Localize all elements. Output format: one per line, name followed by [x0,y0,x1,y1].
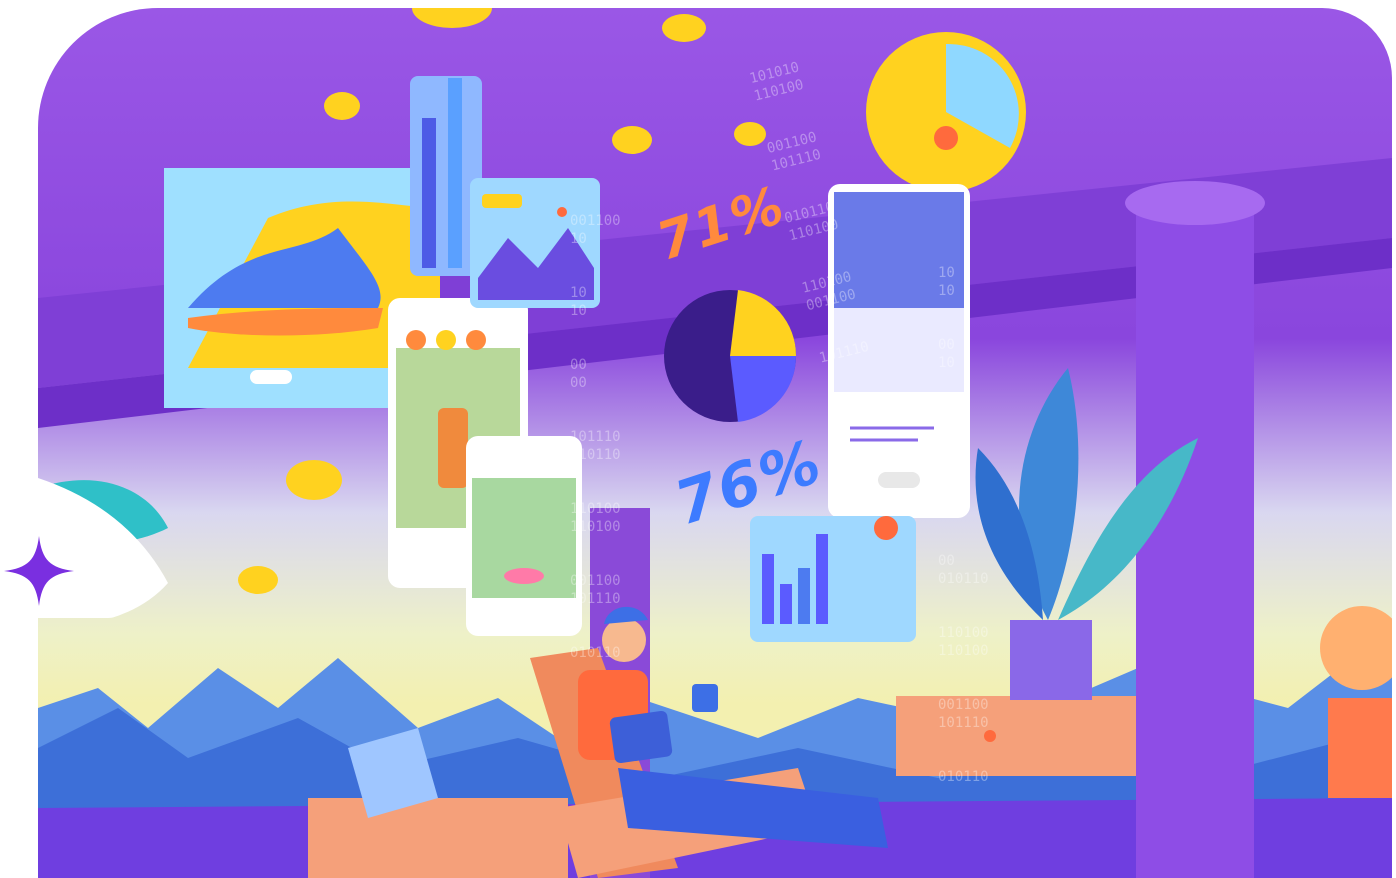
clock-icon [866,32,1026,192]
binary-column-left: 001100 10 10 10 00 00 101110 010110 110100 11… [570,213,621,661]
illustration-scene: 71% 76% 001100 10 10 10 00 00 101110 010110 … [38,8,1392,878]
chart-card-bars-bottom [750,516,916,642]
pie-chart-graphic [664,290,797,422]
plant-pot [1010,620,1092,700]
scene-artwork [38,8,1392,878]
binary-column-far: 10 10 00 10 00 00 10 10 00 010110 110100 11010… [938,265,989,785]
side-table [308,798,568,878]
phone-pool-feed [466,436,582,636]
pillar-right [1136,198,1254,878]
cabinet [896,696,1136,776]
coffee-mug [692,684,718,712]
tablet [609,710,673,764]
sparkle-icon [4,536,74,606]
